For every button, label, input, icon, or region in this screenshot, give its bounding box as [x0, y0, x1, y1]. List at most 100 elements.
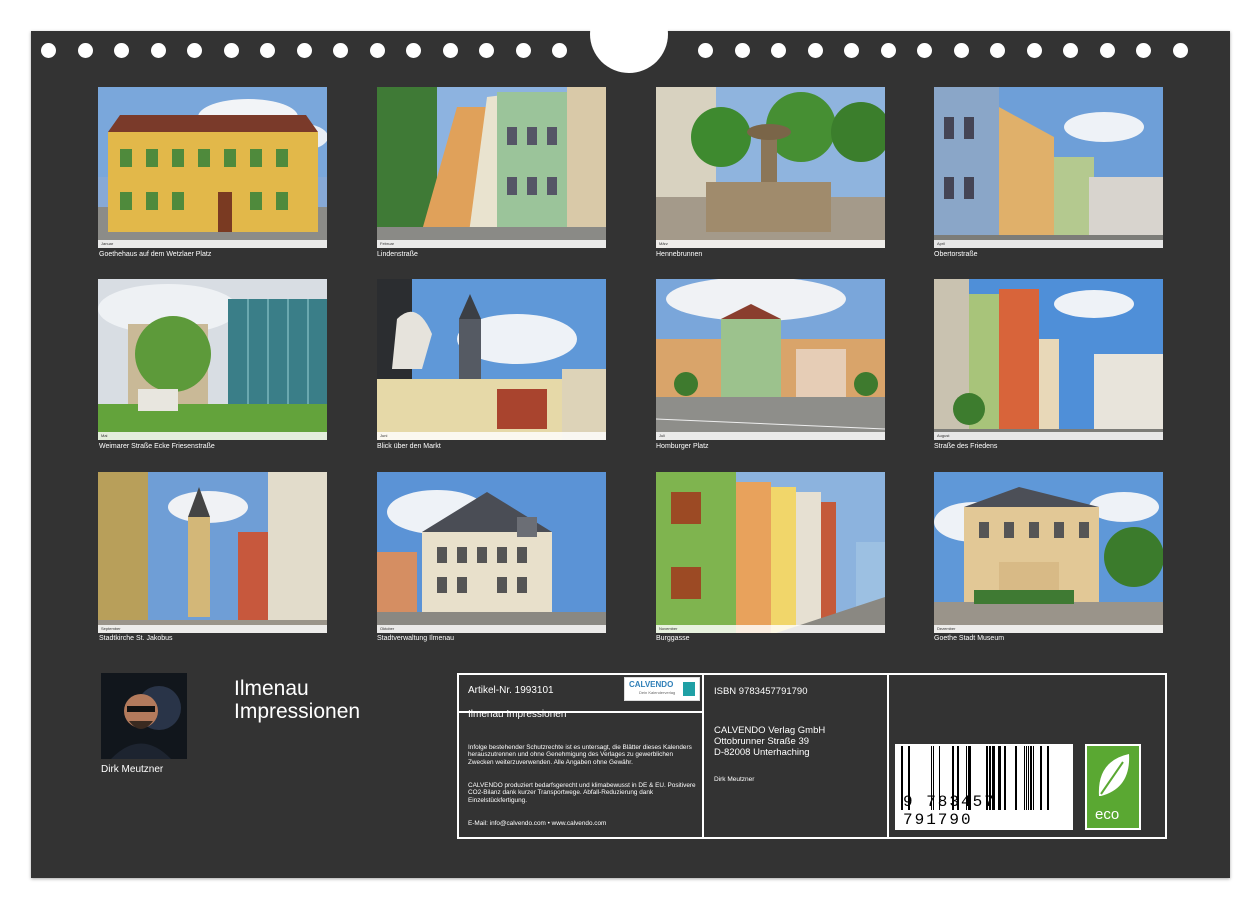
- binding-hole: [41, 43, 56, 58]
- calendar-strip: November: [656, 625, 885, 633]
- logo-subtext: Dein Kalenderverlag: [639, 690, 676, 695]
- binding-hole: [296, 43, 312, 58]
- calvendo-logo: CALVENDO Dein Kalenderverlag: [624, 677, 700, 701]
- publisher-street: Ottobrunner Straße 39: [714, 736, 810, 747]
- leaf-icon: [1098, 754, 1130, 796]
- binding-hole: [844, 43, 859, 58]
- photo-december: Dezember: [934, 472, 1163, 633]
- binding-hole: [1026, 43, 1042, 58]
- binding-hole: [953, 43, 969, 58]
- photo-september: September: [98, 472, 327, 633]
- calendar-strip: August: [934, 432, 1163, 440]
- calendar-strip: Mai: [98, 432, 327, 440]
- binding-hole: [442, 43, 458, 58]
- markt-view-image: [377, 279, 606, 440]
- calendar-title: Ilmenau Impressionen: [234, 677, 360, 723]
- binding-hole: [807, 43, 823, 58]
- weimarer-strasse-image: [98, 279, 327, 440]
- photo-january: Januar: [98, 87, 327, 248]
- calendar-strip: Februar: [377, 240, 606, 248]
- photo-november: November: [656, 472, 885, 633]
- photo-april: April: [934, 87, 1163, 248]
- binding-hole: [990, 43, 1005, 58]
- homburger-platz-image: [656, 279, 885, 440]
- photo-caption: Stadtverwaltung Ilmenau: [377, 635, 455, 642]
- photo-may: Mai: [98, 279, 327, 440]
- photo-caption: Homburger Platz: [656, 443, 709, 450]
- calendar-strip: September: [98, 625, 327, 633]
- photo-march: März: [656, 87, 885, 248]
- logo-text: CALVENDO: [629, 680, 674, 689]
- production-notice: CALVENDO produziert bedarfsgerecht und k…: [468, 782, 696, 804]
- binding-hole: [479, 43, 494, 58]
- calendar-back-page: Januar Goethehaus auf dem Wetzlaer Platz…: [31, 0, 1230, 878]
- binding-hole: [880, 43, 896, 58]
- author-name: Dirk Meutzner: [101, 764, 164, 775]
- barcode: 9 783457 791790: [895, 744, 1073, 830]
- binding-hole: [187, 43, 202, 58]
- photo-caption: Obertorstraße: [934, 251, 978, 258]
- legal-notice: Infolge bestehender Schutzrechte ist es …: [468, 744, 692, 766]
- binding-hole: [917, 43, 932, 58]
- calendar-strip: März: [656, 240, 885, 248]
- isbn: ISBN 9783457791790: [714, 686, 808, 697]
- photo-february: Februar: [377, 87, 606, 248]
- photo-caption: Burggasse: [656, 635, 690, 642]
- stadtverwaltung-image: [377, 472, 606, 633]
- calendar-strip: Oktober: [377, 625, 606, 633]
- photo-october: Oktober: [377, 472, 606, 633]
- binding-hole: [150, 43, 166, 58]
- photo-caption: Hennebrunnen: [656, 251, 703, 258]
- binding-hole: [77, 43, 93, 58]
- calendar-strip: Januar: [98, 240, 327, 248]
- binding-hole: [1099, 43, 1115, 58]
- binding-hole: [1063, 43, 1078, 58]
- product-title: Ilmenau Impressionen: [468, 709, 567, 720]
- calendar-strip: Dezember: [934, 625, 1163, 633]
- photo-caption: Blick über den Markt: [377, 443, 441, 450]
- author-small: Dirk Meutzner: [714, 776, 755, 783]
- barcode-number: 9 783457 791790: [903, 793, 996, 829]
- hennebrunnen-image: [656, 87, 885, 248]
- photo-august: August: [934, 279, 1163, 440]
- photo-caption: Weimarer Straße Ecke Friesenstraße: [99, 443, 215, 450]
- photo-july: Juli: [656, 279, 885, 440]
- photo-june: Juni: [377, 279, 606, 440]
- obertorstrasse-image: [934, 87, 1163, 248]
- article-number: Artikel-Nr. 1993101: [468, 685, 554, 696]
- binding-hole: [260, 43, 275, 58]
- calendar-strip: Juli: [656, 432, 885, 440]
- photo-caption: Lindenstraße: [377, 251, 418, 258]
- goethehaus-image: [98, 87, 327, 248]
- publisher-name: CALVENDO Verlag GmbH: [714, 725, 826, 736]
- publisher-city: D-82008 Unterhaching: [714, 747, 810, 758]
- binding-hole: [771, 43, 786, 58]
- eco-badge: eco: [1085, 744, 1141, 830]
- goethe-museum-image: [934, 472, 1163, 633]
- binding-hole: [333, 43, 348, 58]
- binding-hole: [1172, 43, 1188, 58]
- calendar-strip: Juni: [377, 432, 606, 440]
- binding-hole: [114, 43, 129, 58]
- binding-hole: [369, 43, 385, 58]
- binding-hole: [515, 43, 531, 58]
- photo-caption: Goethe Stadt Museum: [934, 635, 1005, 642]
- binding-hole: [698, 43, 713, 58]
- stadtkirche-image: [98, 472, 327, 633]
- publisher-address: CALVENDO Verlag GmbH Ottobrunner Straße …: [714, 725, 825, 758]
- title-line-2: Impressionen: [234, 700, 361, 723]
- binding-hole: [552, 43, 567, 58]
- logo-mark-icon: [683, 682, 695, 696]
- binding-hole: [1136, 43, 1151, 58]
- eco-label: eco: [1095, 806, 1120, 823]
- photo-caption: Goethehaus auf dem Wetzlaer Platz: [99, 251, 212, 258]
- lindenstrasse-image: [377, 87, 606, 248]
- binding-hole: [223, 43, 239, 58]
- contact-info: E-Mail: info@calvendo.com • www.calvendo…: [468, 820, 607, 827]
- author-portrait: [101, 673, 187, 759]
- strasse-des-friedens-image: [934, 279, 1163, 440]
- title-line-1: Ilmenau: [234, 677, 309, 700]
- photo-caption: Straße des Friedens: [934, 443, 998, 450]
- calendar-strip: April: [934, 240, 1163, 248]
- burggasse-image: [656, 472, 885, 633]
